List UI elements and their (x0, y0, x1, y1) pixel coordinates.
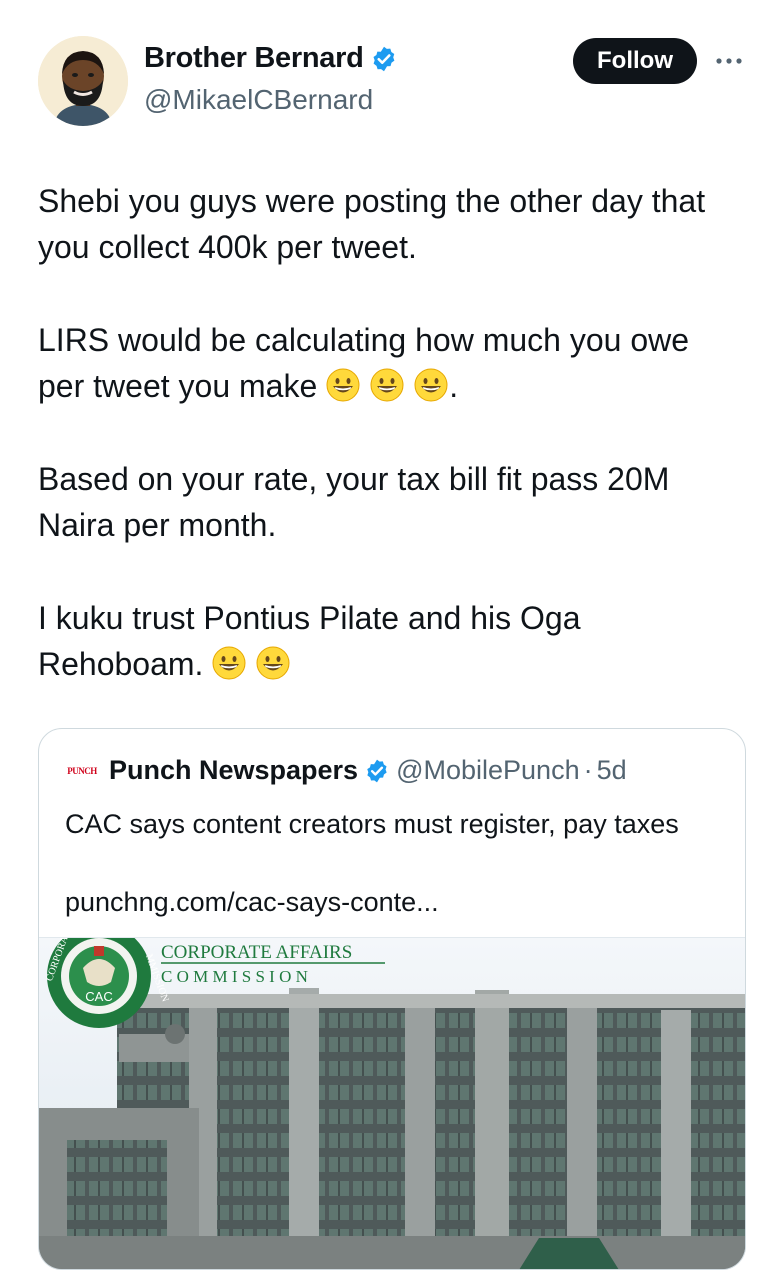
quote-header: PUNCH Punch Newspapers @MobilePunch · 5d (65, 755, 627, 786)
grinning-face-emoji-icon (369, 367, 405, 403)
tweet-text: Shebi you guys were posting the other da… (38, 178, 744, 687)
grinning-face-emoji-icon (413, 367, 449, 403)
quote-author-handle[interactable]: @MobilePunch (396, 755, 580, 786)
avatar[interactable] (38, 36, 128, 126)
author-handle[interactable]: @MikaelCBernard (144, 84, 373, 116)
quote-image[interactable]: CAC CORPORA MMISSION CORPORATE AFFAIRS C… (39, 937, 745, 1269)
verified-badge-icon (364, 758, 390, 784)
tweet-paragraph: I kuku trust Pontius Pilate and his Oga … (38, 600, 581, 682)
quote-author-name[interactable]: Punch Newspapers (109, 755, 358, 786)
more-options-button[interactable] (713, 50, 745, 72)
author-name-row[interactable]: Brother Bernard (144, 42, 398, 75)
tweet-paragraph: LIRS would be calculating how much you o… (38, 322, 690, 404)
bearded-man-avatar-icon (38, 36, 128, 126)
verified-badge-icon (370, 45, 398, 73)
more-horizontal-icon (716, 58, 742, 64)
tweet-paragraph: Shebi you guys were posting the other da… (38, 183, 706, 265)
tweet-paragraph: Based on your rate, your tax bill fit pa… (38, 461, 670, 543)
punch-logo[interactable]: PUNCH (65, 760, 99, 782)
seal-text: CAC (85, 989, 112, 1004)
sign-line-2: C O M M I S S I O N (161, 967, 308, 986)
follow-button[interactable]: Follow (573, 38, 697, 84)
grinning-face-emoji-icon (211, 645, 247, 681)
grinning-face-emoji-icon (325, 367, 361, 403)
quote-text: CAC says content creators must register,… (65, 809, 679, 839)
quote-timestamp[interactable]: 5d (597, 755, 627, 786)
sign-line-1: CORPORATE AFFAIRS (161, 942, 352, 963)
quote-link[interactable]: punchng.com/cac-says-conte... (65, 883, 439, 921)
author-name[interactable]: Brother Bernard (144, 42, 364, 75)
grinning-face-emoji-icon (255, 645, 291, 681)
cac-building-photo: CAC CORPORA MMISSION CORPORATE AFFAIRS C… (39, 938, 745, 1269)
separator-dot: · (583, 755, 593, 785)
quoted-tweet-card[interactable]: PUNCH Punch Newspapers @MobilePunch · 5d… (38, 728, 746, 1270)
